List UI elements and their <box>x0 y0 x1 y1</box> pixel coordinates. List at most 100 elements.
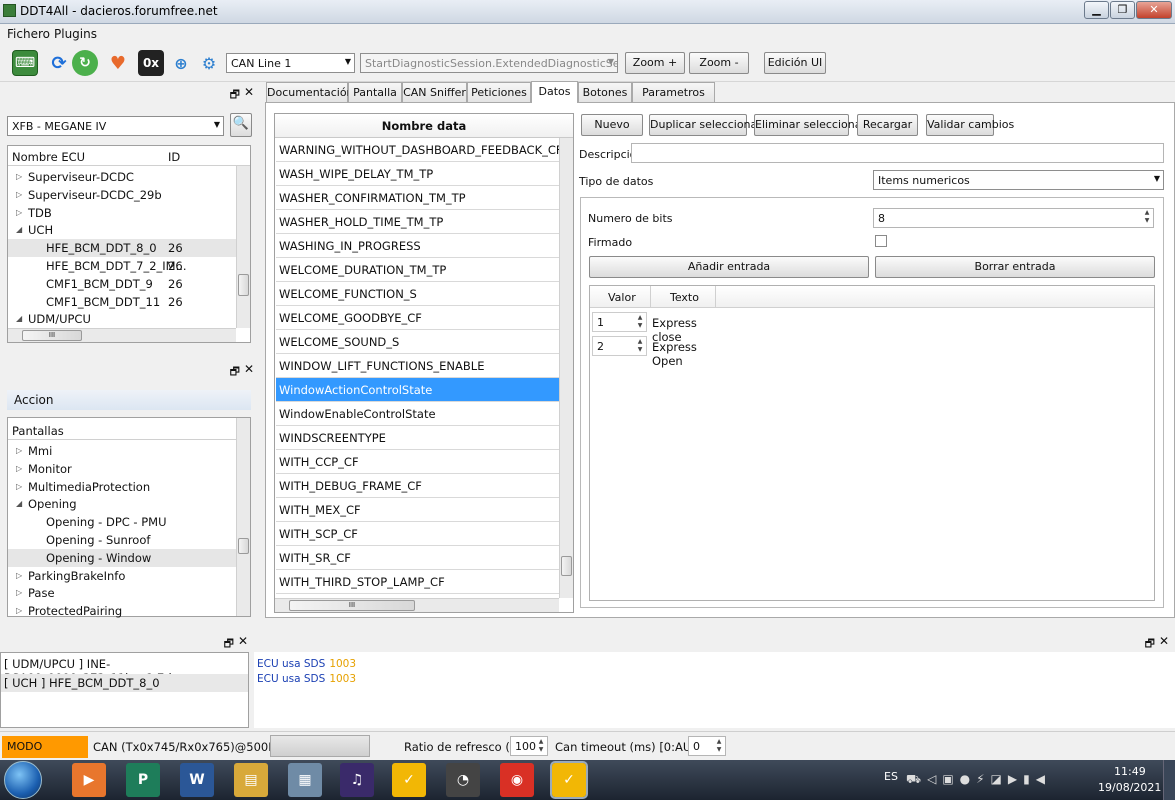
data-list-row[interactable]: WASHER_CONFIRMATION_TM_TP <box>276 186 559 210</box>
data-list-row[interactable]: WITH_SR_CF <box>276 546 559 570</box>
scroll-thumb[interactable]: III <box>22 330 82 341</box>
data-list-row[interactable]: WITH_THIRD_STOP_LAMP_CF <box>276 570 559 594</box>
expand-icon[interactable]: ◢ <box>16 310 22 328</box>
data-type-select[interactable]: Items numericos ▼ <box>873 170 1164 190</box>
ecu-tree-item[interactable]: CMF1_BCM_DDT_11 26 <box>8 293 236 311</box>
ecu-tree-item[interactable]: CMF1_BCM_DDT_9 26 <box>8 275 236 293</box>
expand-icon[interactable]: ▷ <box>16 602 22 620</box>
expand-icon[interactable]: ▷ <box>16 478 22 496</box>
expand-icon[interactable]: ▷ <box>16 460 22 478</box>
screen-tree-item[interactable]: Opening - Window <box>8 548 236 567</box>
data-list-row[interactable]: WINDOW_LIFT_FUNCTIONS_ENABLE <box>276 354 559 378</box>
scroll-thumb[interactable] <box>238 538 249 554</box>
publisher-icon[interactable]: P <box>126 763 160 797</box>
expand-icon[interactable]: ◢ <box>16 495 22 513</box>
close-panel-icon[interactable]: ✕ <box>1159 634 1169 648</box>
tab-parametros-ecu[interactable]: Parametros ECU <box>632 82 715 119</box>
word-icon[interactable]: W <box>180 763 214 797</box>
expand-icon[interactable]: ▷ <box>16 584 22 602</box>
tab-pantalla[interactable]: Pantalla <box>348 82 402 103</box>
screen-tree-item[interactable]: Opening - Sunroof <box>8 531 236 549</box>
tab-peticiones[interactable]: Peticiones <box>467 82 531 103</box>
close-panel-icon[interactable]: ✕ <box>238 634 248 648</box>
screen-tree-item[interactable]: ▷ MultimediaProtection <box>8 478 236 496</box>
connect-icon[interactable]: ⌨ <box>12 50 38 76</box>
data-list-row[interactable]: WINDSCREENTYPE <box>276 426 559 450</box>
close-panel-icon[interactable]: ✕ <box>244 362 254 376</box>
amazon-music-icon[interactable]: ♫ <box>340 763 374 797</box>
ecu-tree-item[interactable]: ◢ UDM/UPCU <box>8 310 236 328</box>
screen-tree-item[interactable]: ▷ ProtectedPairing <box>8 602 236 620</box>
ecu-tree-item[interactable]: ▷ Superviseur-DCDC_29b <box>8 186 236 204</box>
tab-documentaci-n[interactable]: Documentación <box>266 82 354 103</box>
zoom-in-button[interactable]: Zoom + <box>625 52 685 74</box>
search-vehicle-icon[interactable]: 🔍 <box>230 113 252 137</box>
entry-row[interactable]: 2 ▲ ▼ Express Open <box>590 334 716 368</box>
show-desktop-button[interactable] <box>1163 760 1175 800</box>
data-list-row[interactable]: WITH_DEBUG_FRAME_CF <box>276 474 559 498</box>
start-button[interactable] <box>4 761 42 799</box>
scroll-thumb[interactable] <box>238 274 249 296</box>
screen-tree-item[interactable]: ▷ Monitor <box>8 460 236 478</box>
bits-spinbox[interactable]: 8 <box>873 208 1154 228</box>
clock-date[interactable]: 19/08/2021 <box>1098 781 1161 794</box>
tab-can-sniffer[interactable]: CAN Sniffer <box>402 82 467 103</box>
vehicle-select[interactable]: XFB - MEGANE IV ▼ <box>7 116 224 136</box>
chrome-icon[interactable]: ◉ <box>500 763 534 797</box>
tab-botones[interactable]: Botones <box>578 82 632 103</box>
tools-icon[interactable]: ⚙ <box>196 50 222 76</box>
screen-tree-item[interactable]: ◢ Opening <box>8 495 236 513</box>
expand-icon[interactable]: ▷ <box>16 567 22 585</box>
float-icon[interactable]: 🗗 <box>230 363 240 382</box>
data-list-row[interactable]: WindowActionControlState <box>276 378 559 402</box>
entry-row[interactable]: 1 ▲ ▼ Express close <box>590 310 716 344</box>
close-panel-icon[interactable]: ✕ <box>244 85 254 99</box>
ecu-tree-hscroll[interactable]: III <box>8 328 236 342</box>
ecu-tree-item[interactable]: ▷ TDB <box>8 204 236 222</box>
expand-icon[interactable]: ▷ <box>16 204 22 222</box>
file-explorer-icon[interactable]: ▤ <box>234 763 268 797</box>
screen-tree-item[interactable]: ▷ Pase <box>8 584 236 602</box>
delete-entry-button[interactable]: Borrar entrada <box>875 256 1155 278</box>
media-player-icon[interactable]: ▶ <box>72 763 106 797</box>
heartbeat-icon[interactable]: ♥ <box>105 50 131 76</box>
scroll-thumb[interactable]: III <box>289 600 415 611</box>
data-list-row[interactable]: WELCOME_FUNCTION_S <box>276 282 559 306</box>
minimize-button[interactable]: ▁ <box>1084 1 1109 19</box>
data-list-row[interactable]: WELCOME_DURATION_TM_TP <box>276 258 559 282</box>
check-app-icon[interactable]: ✓ <box>392 763 426 797</box>
menu-plugins[interactable]: Plugins <box>54 27 97 41</box>
spin-arrows-icon[interactable]: ▲ ▼ <box>634 338 646 354</box>
expand-icon[interactable]: ▷ <box>16 168 22 186</box>
data-list-row[interactable]: WITH_MEX_CF <box>276 498 559 522</box>
ecu-tree-item[interactable]: ◢ UCH <box>8 221 236 239</box>
refresh-icon[interactable]: ⟳ <box>46 50 72 76</box>
screens-vscroll[interactable] <box>236 418 250 616</box>
language-indicator[interactable]: ES <box>884 770 898 783</box>
data-list-header[interactable]: Nombre data <box>275 114 573 138</box>
data-list-row[interactable]: WITH_CCP_CF <box>276 450 559 474</box>
screen-tree-item[interactable]: Opening - DPC - PMU <box>8 513 236 531</box>
scroll-thumb[interactable] <box>561 556 572 576</box>
can-line-select[interactable]: CAN Line 1 ▼ <box>226 53 355 73</box>
float-icon[interactable]: 🗗 <box>230 86 240 105</box>
screen-tree-item[interactable]: ▷ Mmi <box>8 442 236 460</box>
ecu-tree-item[interactable]: ▷ Superviseur-DCDC <box>8 168 236 186</box>
add-entry-button[interactable]: Añadir entrada <box>589 256 869 278</box>
calculator-icon[interactable]: ▦ <box>288 763 322 797</box>
search-device-icon[interactable]: ⊕ <box>168 50 194 76</box>
ecu-tree-item[interactable]: HFE_BCM_DDT_8_0 26 <box>8 239 236 258</box>
expand-icon[interactable]: ◢ <box>16 221 22 239</box>
duplicate-button[interactable]: Duplicar seleccionados <box>649 114 777 136</box>
new-button[interactable]: Nuevo <box>581 114 643 136</box>
data-list-row[interactable]: WASHING_IN_PROGRESS <box>276 234 559 258</box>
session-select[interactable]: StartDiagnosticSession.ExtendedDiagnosti… <box>360 53 618 73</box>
close-button[interactable]: ✕ <box>1136 1 1172 19</box>
data-list-row[interactable]: WELCOME_GOODBYE_CF <box>276 306 559 330</box>
clock-time[interactable]: 11:49 <box>1114 765 1146 778</box>
data-list-vscroll[interactable] <box>559 138 573 598</box>
entry-text[interactable]: Express Open <box>652 340 716 368</box>
menu-fichero[interactable]: Fichero <box>7 27 50 41</box>
validate-button[interactable]: Validar cambios <box>926 114 1014 136</box>
data-list-row[interactable]: WindowEnableControlState <box>276 402 559 426</box>
